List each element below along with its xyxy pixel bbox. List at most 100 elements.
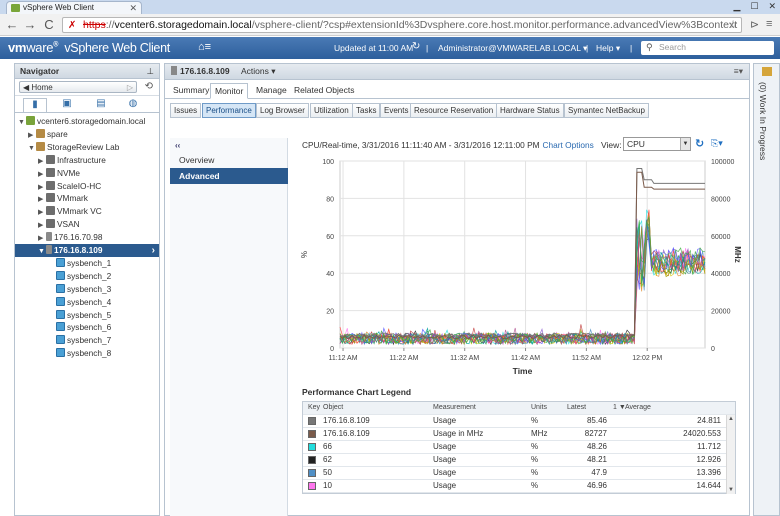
- tree-item-label: sysbench_2: [67, 270, 112, 281]
- tree-item[interactable]: sysbench_8: [15, 347, 159, 360]
- subtab-resource-reservation[interactable]: Resource Reservation: [410, 103, 498, 118]
- sort-desc-icon[interactable]: 1 ▼: [613, 402, 626, 414]
- storage-tab-icon[interactable]: ▤: [89, 98, 113, 112]
- legend-swatch[interactable]: [308, 482, 316, 490]
- maximize-icon[interactable]: ☐: [750, 0, 758, 14]
- tree-item[interactable]: ▼ 176.16.8.109 ›: [15, 244, 159, 257]
- networking-tab-icon[interactable]: ◍: [121, 98, 145, 112]
- subtab-symantec-netbackup[interactable]: Symantec NetBackup: [564, 103, 649, 118]
- scroll-down-icon[interactable]: ▼: [727, 486, 735, 494]
- home-menu-icon[interactable]: ⌂≡: [198, 41, 211, 53]
- close-tab-icon[interactable]: ✕: [129, 2, 137, 14]
- work-in-progress-label[interactable]: (0) Work In Progress: [758, 82, 768, 160]
- forward-arrow-icon[interactable]: →: [22, 17, 38, 33]
- perf-nav-overview[interactable]: Overview: [170, 152, 288, 168]
- back-arrow-icon[interactable]: ←: [4, 17, 20, 33]
- perf-nav-advanced[interactable]: Advanced: [170, 168, 288, 184]
- legend-column-units[interactable]: Units: [531, 402, 547, 414]
- tree-item[interactable]: sysbench_6: [15, 321, 159, 334]
- legend-row[interactable]: 66 Usage% 48.26 11.712: [303, 441, 735, 454]
- subtab-utilization[interactable]: Utilization: [310, 103, 353, 118]
- export-icon[interactable]: ⎘▾: [711, 138, 723, 149]
- tree-item[interactable]: ▶ VMmark VC: [15, 205, 159, 218]
- tab-manage[interactable]: Manage: [252, 83, 291, 99]
- chart-refresh-icon[interactable]: ↻: [695, 137, 704, 150]
- tree-item[interactable]: ▶ Infrastructure: [15, 154, 159, 167]
- work-in-progress-panel: (0) Work In Progress: [753, 63, 780, 516]
- legend-row[interactable]: 50 Usage% 47.9 13.396: [303, 467, 735, 480]
- subtab-events[interactable]: Events: [380, 103, 413, 118]
- object-header: 176.16.8.109 Actions ▾ ≡▾: [165, 64, 749, 80]
- history-icon[interactable]: ⟲: [145, 81, 153, 92]
- close-window-icon[interactable]: ✕: [768, 0, 776, 14]
- legend-column-key[interactable]: Key: [308, 402, 320, 414]
- subtab-log-browser[interactable]: Log Browser: [256, 103, 309, 118]
- legend-swatch[interactable]: [308, 469, 316, 477]
- tree-item[interactable]: sysbench_3: [15, 283, 159, 296]
- tree-item[interactable]: ▼ StorageReview Lab: [15, 141, 159, 154]
- tree-item[interactable]: ▶ spare: [15, 128, 159, 141]
- legend-swatch[interactable]: [308, 443, 316, 451]
- chevron-right-icon[interactable]: ›: [152, 244, 155, 257]
- tree-item[interactable]: ▶ VSAN: [15, 218, 159, 231]
- navigator-home-button[interactable]: ◀ Home ▷: [19, 81, 137, 93]
- chart-options-link[interactable]: Chart Options: [543, 140, 594, 150]
- subtab-hardware-status[interactable]: Hardware Status: [496, 103, 564, 118]
- tree-item-label: VSAN: [57, 219, 80, 230]
- pin-icon[interactable]: [762, 67, 772, 76]
- tab-monitor[interactable]: Monitor: [210, 83, 249, 99]
- tree-item[interactable]: ▶ ScaleIO-HC: [15, 180, 159, 193]
- actions-menu[interactable]: Actions ▾: [241, 64, 276, 79]
- tree-item[interactable]: sysbench_5: [15, 309, 159, 322]
- subtab-issues[interactable]: Issues: [170, 103, 202, 118]
- legend-swatch[interactable]: [308, 430, 316, 438]
- minimize-icon[interactable]: ▁: [733, 0, 740, 14]
- global-search-input[interactable]: ⚲ Search: [641, 41, 774, 55]
- legend-swatch[interactable]: [308, 417, 316, 425]
- legend-column-object[interactable]: Object: [323, 402, 343, 414]
- chrome-menu-icon[interactable]: ≡: [766, 18, 772, 30]
- legend-column-average[interactable]: Average: [625, 402, 651, 414]
- legend-column-measurement[interactable]: Measurement: [433, 402, 476, 414]
- panel-menu-icon[interactable]: ≡▾: [734, 64, 743, 79]
- hosts-clusters-tab-icon[interactable]: ▮: [23, 98, 47, 112]
- tree-item[interactable]: sysbench_7: [15, 334, 159, 347]
- tree-item-label: NVMe: [57, 167, 81, 178]
- legend-swatch[interactable]: [308, 456, 316, 464]
- vms-templates-tab-icon[interactable]: ▣: [55, 98, 79, 112]
- browser-tab[interactable]: vSphere Web Client ✕: [6, 1, 142, 14]
- host-icon: [171, 66, 177, 75]
- subtab-tasks[interactable]: Tasks: [352, 103, 381, 118]
- collapse-icon[interactable]: ‹‹: [175, 141, 180, 150]
- legend-column-latest[interactable]: Latest: [567, 402, 586, 414]
- help-menu[interactable]: Help ▾: [596, 43, 620, 54]
- user-menu[interactable]: Administrator@VMWARELAB.LOCAL ▾: [438, 43, 587, 54]
- tree-item[interactable]: sysbench_2: [15, 270, 159, 283]
- refresh-icon[interactable]: ↻: [412, 41, 420, 52]
- cluster-icon: [46, 180, 55, 190]
- tab-related-objects[interactable]: Related Objects: [290, 83, 358, 99]
- y-right-tick-label: 40000: [711, 271, 731, 278]
- legend-scrollbar[interactable]: ▲ ▼: [726, 415, 735, 494]
- reload-icon[interactable]: C: [41, 17, 57, 33]
- legend-row[interactable]: 176.16.8.109 Usage in MHz MHz 82727 24020.55…: [303, 428, 735, 441]
- tab-summary[interactable]: Summary: [169, 83, 213, 99]
- tree-item[interactable]: ▼ vcenter6.storagedomain.local: [15, 115, 159, 128]
- legend-row[interactable]: 62 Usage% 48.21 12.926: [303, 454, 735, 467]
- tree-item[interactable]: ▶ VMmark: [15, 192, 159, 205]
- extension-icon[interactable]: ⊳: [750, 18, 759, 31]
- bookmark-star-icon[interactable]: ☆: [728, 18, 738, 32]
- legend-row[interactable]: 10 Usage% 46.96 14.644: [303, 480, 735, 493]
- tree-item[interactable]: sysbench_1: [15, 257, 159, 270]
- scroll-up-icon[interactable]: ▲: [727, 415, 735, 423]
- view-select[interactable]: CPU ▼: [623, 137, 691, 151]
- address-bar[interactable]: ✗ https://vcenter6.storagedomain.local/v…: [62, 17, 742, 33]
- vm-icon: [56, 270, 65, 280]
- legend-cell: 66: [323, 442, 332, 451]
- tree-item[interactable]: sysbench_4: [15, 296, 159, 309]
- pin-icon[interactable]: ⊥: [147, 64, 154, 78]
- subtab-performance[interactable]: Performance: [202, 103, 256, 118]
- legend-row[interactable]: 176.16.8.109 Usage% 85.46 24.811: [303, 415, 735, 428]
- tree-item[interactable]: ▶ 176.16.70.98: [15, 231, 159, 244]
- tree-item[interactable]: ▶ NVMe: [15, 167, 159, 180]
